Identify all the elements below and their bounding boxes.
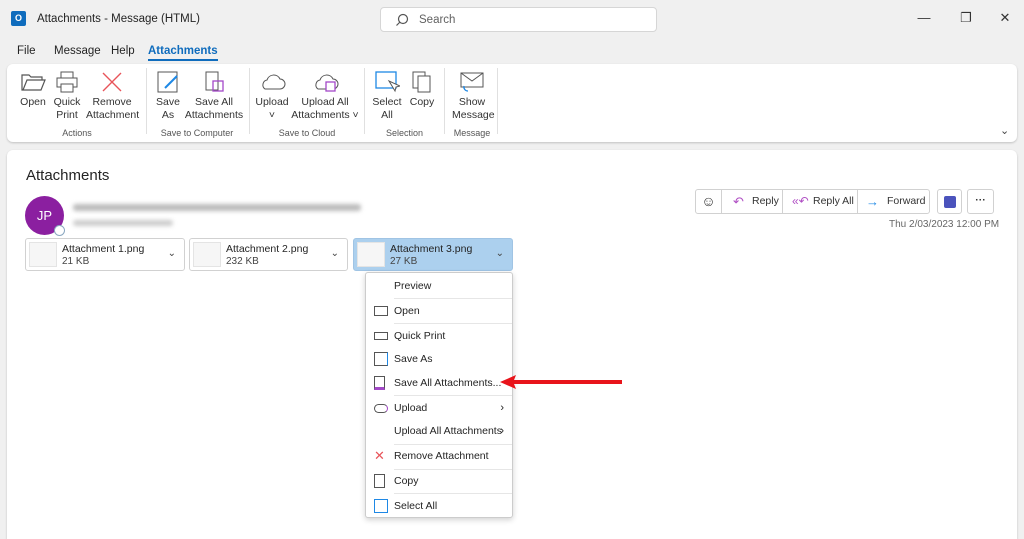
menu-item-copy[interactable]: Copy <box>366 470 512 492</box>
save-all-attachments-button[interactable]: Save All Attachments <box>184 70 244 122</box>
menu-item-select-all[interactable]: Select All <box>366 495 512 517</box>
upload-all-attachments-button[interactable]: Upload All Attachments ˅ <box>291 70 359 122</box>
save-as-icon <box>157 71 178 93</box>
reply-button[interactable]: ↶ Reply <box>721 189 783 214</box>
reply-icon: ↶ <box>733 194 744 209</box>
chevron-down-icon[interactable]: ⌄ <box>168 248 176 259</box>
printer-icon <box>56 71 78 93</box>
open-button[interactable]: Open <box>15 70 51 109</box>
quick-print-button[interactable]: Quick Print <box>51 70 83 122</box>
select-all-icon <box>375 71 400 93</box>
group-label-selection: Selection <box>385 128 424 138</box>
ribbon: Open Quick Print Remove Attachment Save As … <box>7 64 1017 142</box>
close-button[interactable]: ✕ <box>997 10 1013 26</box>
save-all-icon <box>205 71 224 92</box>
menu-item-upload-all-attachments[interactable]: Upload All Attachments › <box>366 420 512 442</box>
select-all-button[interactable]: Select All <box>372 70 402 122</box>
copy-icon <box>374 474 385 488</box>
search-icon <box>396 13 409 26</box>
more-options-button[interactable]: ··· <box>967 189 994 214</box>
save-as-icon <box>374 352 388 366</box>
tab-file[interactable]: File <box>17 45 36 57</box>
teams-icon <box>944 196 956 208</box>
menu-item-remove-attachment[interactable]: ✕ Remove Attachment <box>366 445 512 467</box>
thumbnail <box>357 242 385 267</box>
forward-icon: → <box>866 194 879 209</box>
folder-open-icon <box>21 74 46 91</box>
menu-item-save-all-attachments[interactable]: Save All Attachments... <box>366 372 512 394</box>
search-input[interactable]: Search <box>380 7 657 32</box>
chevron-down-icon[interactable]: ⌄ <box>331 248 339 259</box>
collapse-ribbon-chevron-icon[interactable]: ⌄ <box>1000 124 1009 137</box>
remove-attachment-button[interactable]: Remove Attachment <box>86 70 139 122</box>
search-placeholder: Search <box>419 14 456 26</box>
reply-all-icon: «↶ <box>792 194 809 208</box>
restore-button[interactable]: ❐ <box>958 10 974 26</box>
tab-attachments[interactable]: Attachments <box>148 45 218 61</box>
envelope-icon <box>460 72 484 92</box>
menu-item-quick-print[interactable]: Quick Print <box>366 325 512 347</box>
cloud-upload-icon <box>374 404 388 413</box>
remove-x-icon: ✕ <box>374 448 385 463</box>
attachment-context-menu: Preview Open Quick Print Save As Save Al… <box>365 272 513 518</box>
red-arrow-annotation-icon <box>500 375 622 389</box>
minimize-button[interactable]: — <box>916 10 932 26</box>
window-title: Attachments - Message (HTML) <box>37 13 200 25</box>
emoji-reaction-button[interactable]: ☺ <box>695 189 722 214</box>
group-label-actions: Actions <box>62 128 92 138</box>
chevron-down-icon[interactable]: ⌄ <box>496 248 504 259</box>
chevron-right-icon: › <box>500 425 504 437</box>
select-all-icon <box>374 499 388 513</box>
chevron-right-icon: › <box>500 402 504 414</box>
menu-item-upload[interactable]: Upload › <box>366 397 512 419</box>
cloud-icon <box>262 74 286 90</box>
copy-button[interactable]: Copy <box>407 70 437 109</box>
save-all-icon <box>374 376 385 390</box>
thumbnail <box>193 242 221 267</box>
save-as-button[interactable]: Save As <box>153 70 183 122</box>
menu-item-preview[interactable]: Preview <box>366 275 512 297</box>
recipient-redacted <box>73 220 173 226</box>
sender-redacted <box>73 204 361 211</box>
reply-all-button[interactable]: «↶ Reply All <box>782 189 858 214</box>
menu-item-open[interactable]: Open <box>366 300 512 322</box>
message-date: Thu 2/03/2023 12:00 PM <box>889 219 1000 230</box>
tab-message[interactable]: Message <box>54 45 101 57</box>
forward-button[interactable]: → Forward <box>857 189 930 214</box>
printer-icon <box>374 332 388 340</box>
upload-button[interactable]: Upload ˅ <box>255 70 289 122</box>
folder-open-icon <box>374 306 388 316</box>
title-bar: O Attachments - Message (HTML) Search — … <box>0 0 1024 38</box>
presence-icon <box>54 225 65 236</box>
message-subject: Attachments <box>26 167 110 184</box>
thumbnail <box>29 242 57 267</box>
cloud-save-icon <box>315 74 339 92</box>
menu-item-save-as[interactable]: Save As <box>366 348 512 370</box>
outlook-logo-icon: O <box>11 11 26 26</box>
attachment-card-selected[interactable]: Attachment 3.png 27 KB ⌄ <box>353 238 513 271</box>
show-message-button[interactable]: Show Message <box>452 70 495 122</box>
copy-icon <box>412 71 431 93</box>
teams-button[interactable] <box>937 189 962 214</box>
attachment-card[interactable]: Attachment 2.png 232 KB ⌄ <box>189 238 348 271</box>
remove-x-icon <box>102 72 122 92</box>
group-label-save-to-cloud: Save to Cloud <box>278 128 336 138</box>
attachment-card[interactable]: Attachment 1.png 21 KB ⌄ <box>25 238 185 271</box>
group-label-message: Message <box>453 128 491 138</box>
tab-help[interactable]: Help <box>111 45 135 57</box>
group-label-save-to-computer: Save to Computer <box>160 128 234 138</box>
